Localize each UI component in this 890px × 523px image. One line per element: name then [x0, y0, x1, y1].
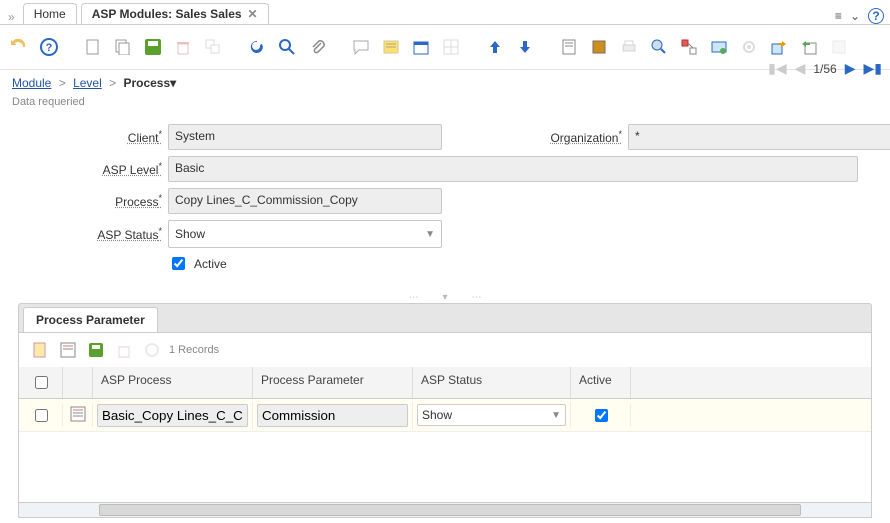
new-icon[interactable] [82, 36, 104, 58]
chevron-down-icon: ▼ [551, 410, 561, 421]
request-icon[interactable] [708, 36, 730, 58]
info-icon[interactable]: ? [38, 36, 60, 58]
active-label: Active [194, 257, 227, 271]
breadcrumb: Module > Level > Process▾ [0, 70, 890, 92]
row-select-checkbox[interactable] [35, 409, 48, 422]
row-asp-status-value: Show [422, 408, 452, 422]
tab-home[interactable]: Home [23, 3, 77, 24]
asp-status-value: Show [175, 227, 205, 241]
organization-label: Organization* [502, 129, 628, 145]
splitter-bar[interactable]: ⋯▾⋯ [12, 291, 878, 303]
row-edit-icon[interactable] [70, 406, 86, 425]
row-process-parameter-field[interactable] [257, 404, 408, 427]
search-icon[interactable] [276, 36, 298, 58]
calendar-icon[interactable] [410, 36, 432, 58]
client-label: Client* [12, 129, 168, 145]
tab-asp-modules[interactable]: ASP Modules: Sales Sales ✕ [81, 3, 269, 24]
asp-level-field: Basic [168, 156, 858, 182]
pager-last-icon[interactable]: ▶▮ [864, 60, 882, 77]
attachment-icon[interactable] [306, 36, 328, 58]
main-toolbar: ? [0, 25, 890, 70]
pager-next-icon[interactable]: ▶ [845, 60, 856, 77]
grid-refresh-icon[interactable] [141, 339, 163, 361]
asp-level-label: ASP Level* [12, 161, 168, 177]
delete-icon[interactable] [172, 36, 194, 58]
zoom-icon[interactable] [648, 36, 670, 58]
tab-expand-icon[interactable]: » [4, 10, 19, 24]
chat-icon[interactable] [350, 36, 372, 58]
sub-tab-bar: Process Parameter [18, 303, 872, 333]
copy-icon[interactable] [112, 36, 134, 58]
import-icon[interactable] [798, 36, 820, 58]
print-icon[interactable] [618, 36, 640, 58]
process-field: Copy Lines_C_Commission_Copy [168, 188, 442, 214]
grid-header-asp-status[interactable]: ASP Status [413, 367, 571, 398]
undo-icon[interactable] [8, 36, 30, 58]
breadcrumb-module[interactable]: Module [12, 76, 51, 90]
close-icon[interactable]: ✕ [248, 7, 258, 21]
select-all-checkbox[interactable] [35, 376, 48, 389]
grid-header-active[interactable]: Active [571, 367, 631, 398]
grid-header-select[interactable] [19, 367, 63, 398]
grid-header-process-parameter[interactable]: Process Parameter [253, 367, 413, 398]
grid-record-count: 1 Records [169, 344, 219, 356]
grid-empty-area [19, 432, 871, 502]
organization-field: * [628, 124, 890, 150]
breadcrumb-process[interactable]: Process▾ [123, 76, 176, 90]
grid-save-icon[interactable] [85, 339, 107, 361]
chevron-down-icon: ▼ [425, 229, 435, 240]
content-area: Data requeried Client* System Organizati… [0, 92, 890, 518]
active-checkbox[interactable] [172, 257, 185, 270]
pager-first-icon: ▮◀ [768, 60, 786, 77]
tabbar-right-controls: ≡ ⌄ ? [835, 8, 890, 24]
record-pager: ▮◀ ◀ 1/56 ▶ ▶▮ [768, 60, 882, 77]
tab-home-label: Home [34, 7, 66, 21]
breadcrumb-level[interactable]: Level [73, 76, 102, 90]
grid-form-icon[interactable] [57, 339, 79, 361]
tab-process-parameter[interactable]: Process Parameter [23, 307, 158, 332]
export-icon[interactable] [768, 36, 790, 58]
arrow-down-icon[interactable] [514, 36, 536, 58]
archive-icon[interactable] [588, 36, 610, 58]
action-icon[interactable] [828, 36, 850, 58]
workflow-icon[interactable] [678, 36, 700, 58]
grid-toolbar: 1 Records [18, 333, 872, 367]
pager-text: 1/56 [813, 62, 836, 76]
process-label: Process* [12, 193, 168, 209]
save-icon[interactable] [142, 36, 164, 58]
row-asp-process-field[interactable] [97, 404, 248, 427]
svg-text:?: ? [46, 42, 53, 54]
pager-prev-icon: ◀ [795, 60, 806, 77]
row-asp-status-select[interactable]: Show ▼ [417, 404, 566, 426]
tab-asp-modules-label: ASP Modules: Sales Sales [92, 7, 242, 21]
table-row[interactable]: Show ▼ [19, 399, 871, 432]
collapse-icon[interactable]: ⌄ [850, 9, 860, 23]
status-message: Data requeried [12, 96, 878, 108]
gear-icon[interactable] [738, 36, 760, 58]
refresh-icon[interactable] [246, 36, 268, 58]
asp-status-select[interactable]: Show ▼ [168, 220, 442, 248]
menu-icon[interactable]: ≡ [835, 9, 842, 23]
note-icon[interactable] [380, 36, 402, 58]
scrollbar-thumb[interactable] [99, 504, 801, 516]
grid-header-asp-process[interactable]: ASP Process [93, 367, 253, 398]
arrow-up-icon[interactable] [484, 36, 506, 58]
client-field: System [168, 124, 442, 150]
multi-icon[interactable] [202, 36, 224, 58]
asp-status-label: ASP Status* [12, 226, 168, 242]
horizontal-scrollbar[interactable] [18, 503, 872, 518]
grid-header-row: ASP Process Process Parameter ASP Status… [19, 367, 871, 399]
help-icon[interactable]: ? [868, 8, 884, 24]
grid-delete-icon[interactable] [113, 339, 135, 361]
report-icon[interactable] [558, 36, 580, 58]
form-panel: Client* System Organization* * ASP Level… [12, 112, 878, 291]
grid-icon[interactable] [440, 36, 462, 58]
row-active-checkbox[interactable] [595, 409, 608, 422]
grid-new-icon[interactable] [29, 339, 51, 361]
grid-header-edit [63, 367, 93, 398]
process-parameter-grid: ASP Process Process Parameter ASP Status… [18, 367, 872, 503]
tab-bar: » Home ASP Modules: Sales Sales ✕ ≡ ⌄ ? [0, 0, 890, 25]
